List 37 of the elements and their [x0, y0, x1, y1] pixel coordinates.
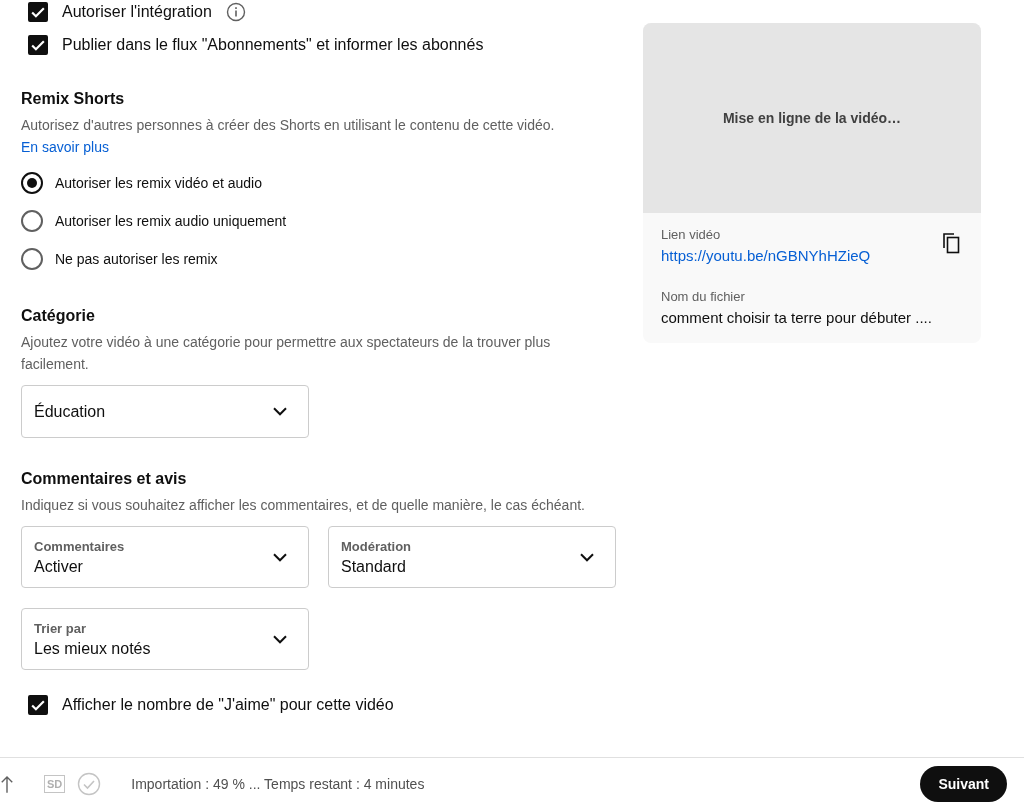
checkbox-label: Autoriser l'intégration	[62, 3, 212, 21]
field-label: Lien vidéo	[661, 227, 722, 242]
radio-button[interactable]	[21, 248, 43, 270]
checkbox[interactable]	[28, 35, 48, 55]
section-description: Autorisez d'autres personnes à créer des Shorts en utilisant le contenu de cette vidéo. En savoir plus	[21, 116, 556, 157]
next-button[interactable]: Suivant	[920, 765, 1007, 802]
file-name: comment choisir ta terre pour débuter ....	[661, 309, 933, 326]
checkbox[interactable]	[28, 695, 48, 715]
check-circle-icon	[77, 771, 102, 796]
section-description: Indiquez si vous souhaitez afficher les commentaires, et de quelle manière, le cas échéant.	[21, 496, 586, 515]
checkbox-label: Publier dans le flux "Abonnements" et informer les abonnés	[62, 36, 484, 54]
field-label: Nom du fichier	[661, 289, 746, 304]
chevron-down-icon	[273, 634, 287, 644]
select-dropdown[interactable]: Modération Standard	[328, 526, 616, 588]
upload-status: Mise en ligne de la vidéo…	[722, 110, 902, 126]
section-description: Ajoutez votre vidéo à une catégorie pour permettre aux spectateurs de la trouver plus facilement.	[21, 333, 552, 374]
category-dropdown[interactable]: Éducation	[21, 385, 309, 438]
radio-label: Ne pas autoriser les remix	[55, 251, 218, 267]
checkbox[interactable]	[28, 2, 48, 22]
radio-button[interactable]	[21, 172, 43, 194]
chevron-down-icon	[580, 552, 594, 562]
radio-button[interactable]	[21, 210, 43, 232]
radio-label: Autoriser les remix vidéo et audio	[55, 175, 262, 191]
chevron-down-icon	[273, 407, 287, 416]
select-dropdown[interactable]: Trier par Les mieux notés	[21, 608, 309, 670]
section-title: Remix Shorts	[21, 90, 126, 108]
checkbox-label: Afficher le nombre de "J'aime" pour cette vidéo	[62, 696, 394, 714]
sd-badge: SD	[44, 774, 66, 793]
learn-more-link[interactable]: En savoir plus	[21, 139, 109, 155]
section-title: Commentaires et avis	[21, 470, 188, 488]
video-link[interactable]: https://youtu.be/nGBNYhHZieQ	[661, 247, 871, 264]
upload-progress-text: Importation : 49 % ... Temps restant : 4 minutes	[131, 775, 425, 792]
radio-label: Autoriser les remix audio uniquement	[55, 213, 287, 229]
section-title: Catégorie	[21, 307, 96, 325]
chevron-down-icon	[273, 552, 287, 562]
info-icon[interactable]	[225, 2, 246, 22]
select-dropdown[interactable]: Commentaires Activer	[21, 526, 309, 588]
